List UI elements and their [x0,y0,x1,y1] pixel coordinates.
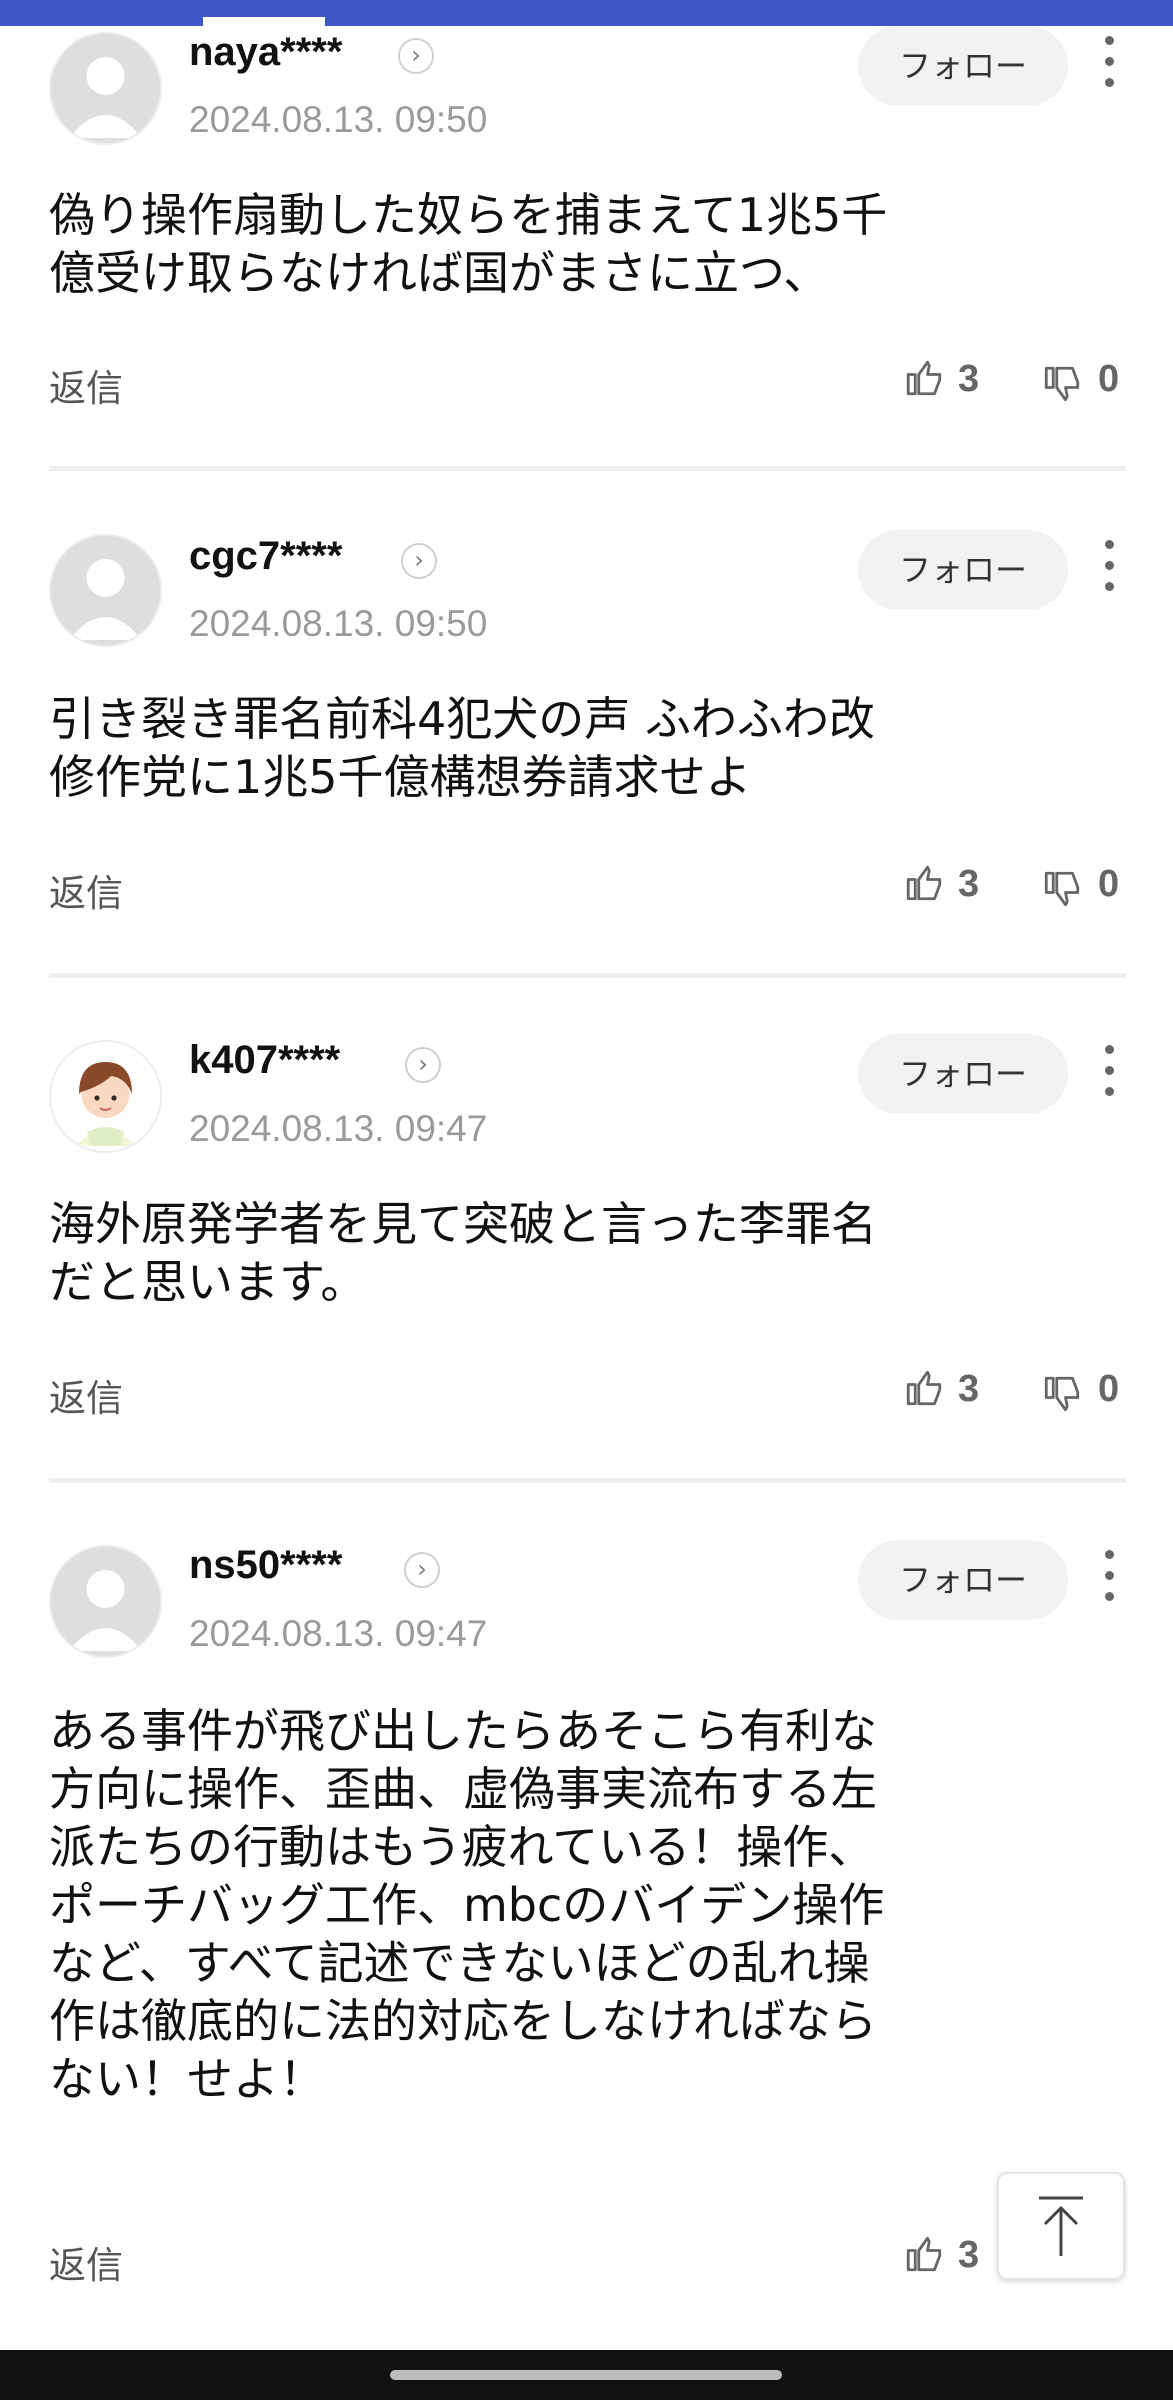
thumbs-down-icon[interactable] [1041,363,1083,405]
reply-button[interactable]: 返信 [49,1368,123,1422]
like-count: 3 [958,1368,980,1410]
comment-date: 2024.08.13. 09:50 [189,99,488,140]
dislike-count: 0 [1098,863,1120,905]
username[interactable]: cgc7**** [189,534,342,579]
avatar[interactable] [49,534,162,647]
thumbs-down-icon[interactable] [1041,868,1083,910]
thumbs-up-icon[interactable] [903,2233,945,2275]
dislike-count: 0 [1098,1368,1120,1410]
thumbs-up-icon[interactable] [903,1367,945,1409]
dislike-count: 0 [1098,358,1120,400]
comment-text: 偽り操作扇動した奴らを捕まえて1兆5千 億受け取らなければ国がまさに立つ、 [49,188,888,300]
top-tab-bar [0,0,1173,26]
comment-text: ある事件が飛び出したらあそこら有利な 方向に操作、歪曲、虚偽事実流布する左 派た… [49,1704,885,2106]
divider [49,1478,1126,1483]
follow-button[interactable]: フォロー [858,530,1068,610]
like-count: 3 [958,358,980,400]
home-gesture-handle[interactable] [390,2370,782,2380]
like-count: 3 [958,863,980,905]
scroll-to-top-button[interactable] [997,2172,1125,2280]
username[interactable]: naya**** [189,30,342,75]
more-vertical-icon[interactable] [1097,1045,1121,1107]
follow-button[interactable]: フォロー [858,26,1068,106]
username[interactable]: ns50**** [189,1543,342,1588]
chevron-right-icon[interactable]: › [405,1047,441,1083]
comment-date: 2024.08.13. 09:47 [189,1108,488,1149]
thumbs-up-icon[interactable] [903,357,945,399]
avatar[interactable] [49,1040,162,1153]
thumbs-up-icon[interactable] [903,862,945,904]
default-person-icon [51,34,160,143]
comment-date: 2024.08.13. 09:50 [189,603,488,644]
divider [49,466,1126,471]
thumbs-down-icon[interactable] [1041,1373,1083,1415]
username[interactable]: k407**** [189,1038,340,1083]
reply-button[interactable]: 返信 [49,358,123,412]
arrow-up-icon [1039,2196,1083,2256]
reply-button[interactable]: 返信 [49,863,123,917]
comment-date: 2024.08.13. 09:47 [189,1613,488,1654]
comment-text: 引き裂き罪名前科4犯犬の声 ふわふわ改 修作党に1兆5千億構想券請求せよ [49,692,875,804]
active-tab-indicator [203,17,325,26]
more-vertical-icon[interactable] [1097,36,1121,98]
default-person-icon [51,1547,160,1656]
like-count: 3 [958,2234,980,2276]
default-person-icon [51,536,160,645]
cartoon-person-icon [51,1042,160,1151]
follow-button[interactable]: フォロー [858,1540,1068,1620]
system-navigation-bar [0,2350,1173,2400]
divider [49,973,1126,978]
chevron-right-icon[interactable]: › [401,543,437,579]
follow-button[interactable]: フォロー [858,1034,1068,1114]
chevron-right-icon[interactable]: › [398,38,434,74]
avatar[interactable] [49,1545,162,1658]
more-vertical-icon[interactable] [1097,540,1121,602]
more-vertical-icon[interactable] [1097,1550,1121,1612]
reply-button[interactable]: 返信 [49,2235,123,2289]
comment-text: 海外原発学者を見て突破と言った李罪名 だと思います。 [49,1197,877,1309]
avatar[interactable] [49,32,162,145]
chevron-right-icon[interactable]: › [404,1552,440,1588]
